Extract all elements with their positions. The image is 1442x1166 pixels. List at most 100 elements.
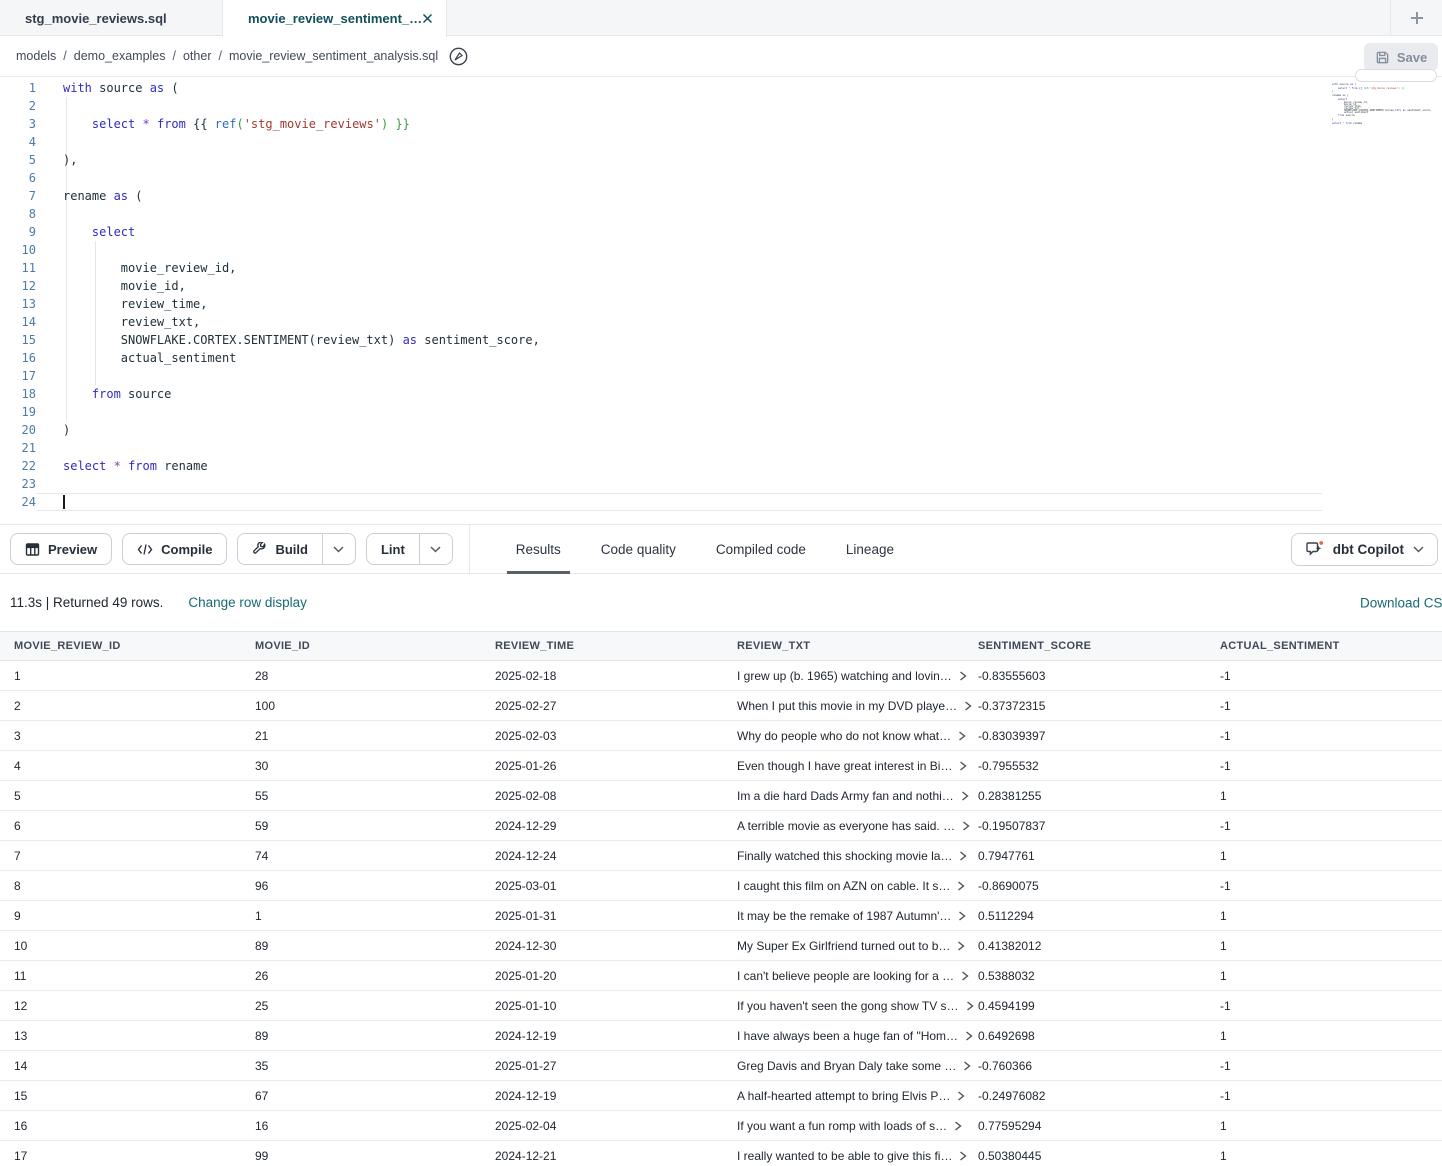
- cell-actual_sentiment: -1: [1206, 999, 1442, 1013]
- button-label: Lint: [381, 542, 405, 557]
- preview-button-main[interactable]: Preview: [11, 534, 111, 564]
- code-text: ): [63, 421, 70, 439]
- cell-actual_sentiment: -1: [1206, 1089, 1442, 1103]
- column-header[interactable]: REVIEW_TIME: [481, 640, 723, 652]
- code-text: movie_review_id,: [63, 259, 236, 277]
- cell-movie_id: 67: [241, 1089, 481, 1103]
- column-header[interactable]: MOVIE_REVIEW_ID: [0, 640, 241, 652]
- editor-scroll-indicator[interactable]: [1355, 69, 1437, 82]
- cell-review_txt: When I put this movie in my DVD playe…: [723, 699, 964, 713]
- line-number: 8: [0, 205, 36, 223]
- breadcrumb-segment[interactable]: models: [16, 49, 56, 63]
- compile-button-main[interactable]: Compile: [123, 534, 226, 564]
- cell-movie_id: 25: [241, 999, 481, 1013]
- line-number: 15: [0, 331, 36, 349]
- download-csv-link[interactable]: Download CSV: [1360, 595, 1442, 610]
- code-line: 3 select * from {{ ref('stg_movie_review…: [0, 115, 1442, 133]
- new-tab-button[interactable]: [1390, 0, 1442, 36]
- toolbar-divider: [469, 525, 470, 573]
- code-text: ): [1332, 119, 1334, 121]
- preview-button[interactable]: Preview: [10, 533, 112, 565]
- code-line: 13 review_time,: [0, 295, 1442, 313]
- code-text: select: [63, 223, 135, 241]
- cell-sentiment_score: 0.4594199: [964, 999, 1206, 1013]
- breadcrumb-segment[interactable]: other: [183, 49, 212, 63]
- table-row: 16162025-02-04If you want a fun romp wit…: [0, 1111, 1442, 1141]
- table-row: 15672024-12-19A half-hearted attempt to …: [0, 1081, 1442, 1111]
- editor-tab[interactable]: stg_movie_reviews.sql: [0, 0, 222, 36]
- code-line: 14 review_txt,: [0, 313, 1442, 331]
- code-text: with source as (: [63, 79, 179, 97]
- dbt-copilot-button[interactable]: dbt Copilot: [1291, 533, 1438, 566]
- cell-movie_id: 74: [241, 849, 481, 863]
- column-header[interactable]: MOVIE_ID: [241, 640, 481, 652]
- cell-review_txt: It may be the remake of 1987 Autumn'…: [723, 909, 964, 923]
- compile-button[interactable]: Compile: [122, 533, 227, 565]
- review-text: If you want a fun romp with loads of s…: [737, 1119, 947, 1133]
- code-editor[interactable]: 1with source as (23 select * from {{ ref…: [0, 77, 1442, 524]
- code-line: 1with source as (: [0, 79, 1442, 97]
- tab-bar: stg_movie_reviews.sqlmovie_review_sentim…: [0, 0, 1442, 36]
- review-text: A terrible movie as everyone has said. …: [737, 819, 955, 833]
- cell-actual_sentiment: 1: [1206, 849, 1442, 863]
- code-line: 20): [0, 421, 1442, 439]
- column-header[interactable]: SENTIMENT_SCORE: [964, 640, 1206, 652]
- tab-code-quality[interactable]: Code quality: [586, 525, 691, 573]
- file-indicator-icon[interactable]: [448, 46, 469, 67]
- cell-actual_sentiment: 1: [1206, 1149, 1442, 1163]
- editor-tab[interactable]: movie_review_sentiment_…: [222, 0, 447, 37]
- tab-compiled-code[interactable]: Compiled code: [701, 525, 821, 573]
- tab-results[interactable]: Results: [501, 525, 576, 573]
- code-line: 10: [0, 241, 1442, 259]
- lint-dropdown-toggle[interactable]: [419, 534, 452, 564]
- cell-sentiment_score: -0.8690075: [964, 879, 1206, 893]
- save-button[interactable]: Save: [1364, 43, 1438, 71]
- lint-button[interactable]: Lint: [366, 533, 453, 565]
- build-button-main[interactable]: Build: [238, 534, 322, 564]
- code-line: 12 movie_id,: [0, 277, 1442, 295]
- cell-movie_review_id: 9: [0, 909, 241, 923]
- breadcrumb-segment[interactable]: demo_examples: [74, 49, 166, 63]
- review-text: I grew up (b. 1965) watching and lovin…: [737, 669, 952, 683]
- code-line: 21: [0, 439, 1442, 457]
- expand-cell-icon[interactable]: [954, 1121, 962, 1131]
- cell-sentiment_score: -0.24976082: [964, 1089, 1206, 1103]
- review-text: I really wanted to be able to give this …: [737, 1149, 952, 1163]
- editor-minimap[interactable]: with source as ( select * from {{ ref('s…: [1330, 84, 1405, 128]
- code-icon: [137, 543, 153, 556]
- line-number: 2: [0, 97, 36, 115]
- cell-review_txt: A half-hearted attempt to bring Elvis P…: [723, 1089, 964, 1103]
- cell-review_time: 2024-12-29: [481, 819, 723, 833]
- column-header[interactable]: REVIEW_TXT: [723, 640, 964, 652]
- code-text: from source: [63, 385, 171, 403]
- breadcrumb-segment[interactable]: movie_review_sentiment_analysis.sql: [229, 49, 438, 63]
- cell-review_txt: I can't believe people are looking for a…: [723, 969, 964, 983]
- cell-review_txt: A terrible movie as everyone has said. …: [723, 819, 964, 833]
- cell-sentiment_score: -0.7955532: [964, 759, 1206, 773]
- cell-review_time: 2024-12-24: [481, 849, 723, 863]
- results-tabs: ResultsCode qualityCompiled codeLineage: [496, 525, 914, 573]
- cell-actual_sentiment: -1: [1206, 669, 1442, 683]
- cell-movie_review_id: 6: [0, 819, 241, 833]
- column-header[interactable]: ACTUAL_SENTIMENT: [1206, 640, 1442, 652]
- line-number: 12: [0, 277, 36, 295]
- change-row-display-link[interactable]: Change row display: [188, 595, 307, 610]
- copilot-sparkle-icon: [1305, 540, 1324, 558]
- code-line: 24: [0, 493, 1442, 511]
- cell-movie_review_id: 16: [0, 1119, 241, 1133]
- build-dropdown-toggle[interactable]: [322, 534, 355, 564]
- cell-sentiment_score: 0.6492698: [964, 1029, 1206, 1043]
- tab-lineage[interactable]: Lineage: [831, 525, 909, 573]
- code-text: select * from rename: [1332, 123, 1362, 125]
- build-button[interactable]: Build: [237, 533, 356, 565]
- cell-movie_review_id: 15: [0, 1089, 241, 1103]
- cell-review_time: 2025-01-10: [481, 999, 723, 1013]
- line-number: 23: [0, 475, 36, 493]
- cell-review_txt: My Super Ex Girlfriend turned out to b…: [723, 939, 964, 953]
- code-line: 11 movie_review_id,: [0, 259, 1442, 277]
- button-label: Compile: [161, 542, 212, 557]
- table-row: 13892024-12-19I have always been a huge …: [0, 1021, 1442, 1051]
- lint-button-main[interactable]: Lint: [367, 534, 419, 564]
- code-text: from source: [1332, 115, 1355, 117]
- close-icon[interactable]: [422, 13, 433, 24]
